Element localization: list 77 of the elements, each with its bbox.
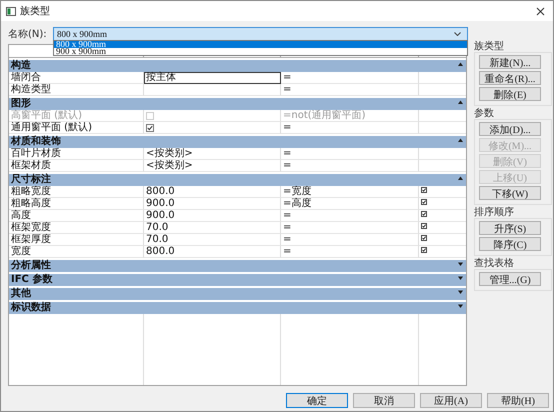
side-button[interactable]: 删除(E) [479,87,541,101]
window-icon [6,6,16,16]
section-title: 材质和装饰 [11,136,61,148]
parameter-value: 900.0 [146,198,175,209]
collapse-icon[interactable] [458,62,463,66]
section-header[interactable]: 分析属性 [9,259,466,272]
dropdown-option[interactable]: 800 x 900mm [54,41,467,48]
section-header[interactable]: 标识数据 [9,301,466,314]
dialog-button[interactable]: 帮助(H) [487,392,549,408]
section-title: 构造 [11,60,31,72]
formula-text: = [283,246,292,257]
section-header[interactable]: 图形 [9,97,466,110]
side-button[interactable]: 新建(N)... [479,55,541,69]
formula-text: = [283,210,292,221]
lock-checkbox[interactable] [421,187,427,193]
dialog-button[interactable]: 应用(A) [420,392,482,408]
section-title: 标识数据 [11,302,51,314]
group-label: 族类型 [474,41,505,52]
expand-icon[interactable] [458,290,463,294]
side-button[interactable]: 重命名(R)... [479,71,541,85]
lock-checkbox[interactable] [421,223,427,229]
name-label: 名称(N): [8,28,48,41]
formula-text: = [283,160,292,171]
group-label: 参数 [474,108,495,119]
expand-icon[interactable] [458,276,463,280]
checkbox[interactable] [146,124,154,132]
section-title: 尺寸标注 [11,174,51,186]
section-title: 分析属性 [11,260,51,272]
formula-text: = [283,234,292,245]
parameter-name: 百叶片材质 [11,148,61,159]
side-button[interactable]: 下移(W) [479,186,541,200]
lock-checkbox[interactable] [421,199,427,205]
section-header[interactable]: 材质和装饰 [9,135,466,148]
formula-text: = [283,148,292,159]
parameter-name: 构造类型 [11,84,51,95]
section-header[interactable]: 构造 [9,59,466,72]
group-label: 查找表格 [474,258,515,269]
caret-icon [454,32,461,36]
parameter-value: 800.0 [146,186,175,197]
parameter-value: <按类别> [146,148,193,159]
lock-checkbox[interactable] [421,211,427,217]
parameter-value: 900.0 [146,210,175,221]
dialog-button[interactable]: 确定 [286,392,348,408]
parameter-name: 框架材质 [11,160,51,171]
side-button[interactable]: 降序(C) [479,237,541,251]
dropdown-option[interactable]: 900 x 900mm [54,48,467,55]
section-header[interactable]: 其他 [9,287,466,300]
parameter-value: 70.0 [146,222,168,233]
expand-icon[interactable] [458,304,463,308]
section-title: 其他 [11,288,31,300]
type-dropdown[interactable]: 800 x 900mm [53,27,468,41]
lock-checkbox[interactable] [421,235,427,241]
side-button[interactable]: 管理...(G) [479,272,541,286]
formula-text: = [283,72,292,83]
collapse-icon[interactable] [458,100,463,104]
collapse-icon[interactable] [458,138,463,142]
formula-text: = [283,222,292,233]
formula-text: = [283,84,292,95]
dialog-button[interactable]: 取消 [353,392,415,408]
expand-icon[interactable] [458,262,463,266]
parameter-value: 800.0 [146,246,175,257]
window-title: 族类型 [20,4,50,18]
close-icon[interactable] [536,6,545,16]
section-title: IFC 参数 [11,274,52,286]
lock-checkbox[interactable] [421,247,427,253]
section-header[interactable]: IFC 参数 [9,273,466,286]
collapse-icon[interactable] [458,176,463,180]
value-field[interactable]: 按主体 [144,72,281,84]
formula-text: = [283,122,292,133]
parameter-name: 墙闭合 [11,72,41,83]
side-button[interactable]: 添加(D)... [479,122,541,136]
section-header[interactable]: 尺寸标注 [9,173,466,186]
section-title: 图形 [11,98,31,110]
group-label: 排序顺序 [474,207,515,218]
side-button[interactable]: 升序(S) [479,221,541,235]
parameter-value: <按类别> [146,160,193,171]
parameter-value: 70.0 [146,234,168,245]
